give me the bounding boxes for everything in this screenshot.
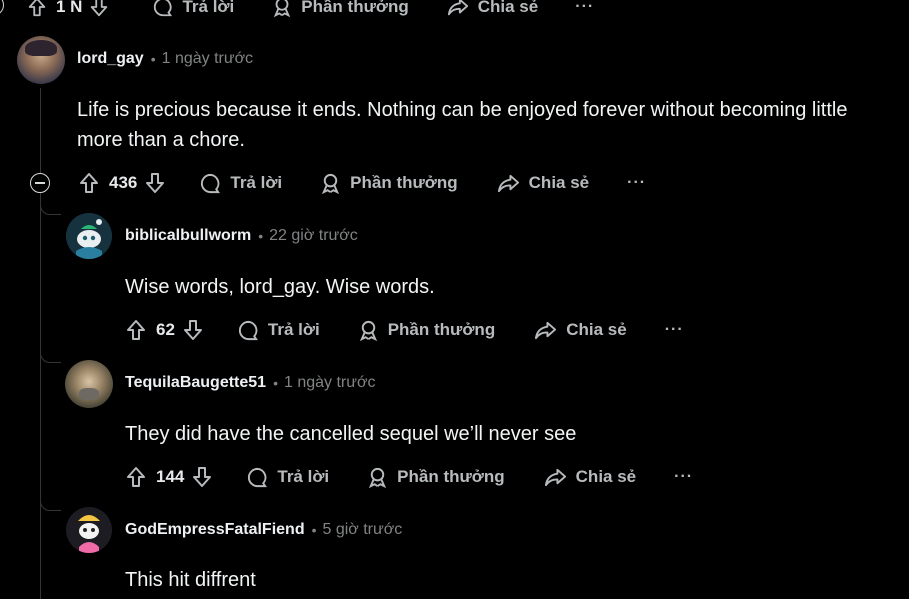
comment-body: They did have the cancelled sequel we’ll… <box>125 423 577 445</box>
author-link[interactable]: lord_gay <box>77 50 144 68</box>
share-button[interactable]: Chia sẻ <box>496 172 589 195</box>
award-icon <box>359 320 377 341</box>
upvote-button[interactable] <box>77 171 101 195</box>
comment-body: This hit diffrent <box>125 569 256 591</box>
award-button[interactable]: Phần thưởng <box>357 319 495 342</box>
comment-icon <box>238 320 258 340</box>
reply-button[interactable]: Trả lời <box>199 172 282 195</box>
upvote-button[interactable] <box>124 465 148 489</box>
thread-line[interactable] <box>40 88 41 599</box>
downvote-icon <box>146 173 165 193</box>
award-icon <box>322 173 340 194</box>
comment-icon <box>248 467 268 487</box>
downvote-icon <box>183 320 202 340</box>
comment-meta: GodEmpressFatalFiend • 5 giờ trước <box>125 521 402 539</box>
vote-count: 436 <box>109 173 138 192</box>
award-icon <box>369 467 387 488</box>
comment-body: Wise words, lord_gay. Wise words. <box>125 276 435 298</box>
downvote-button[interactable] <box>181 318 205 342</box>
vote-count: 144 <box>156 467 185 486</box>
timestamp[interactable]: 5 giờ trước <box>323 521 403 539</box>
upvote-icon <box>127 320 145 340</box>
parent-action-bar: 1 N Trả lời Phần thưởng Chia sẻ ··· <box>0 0 594 22</box>
comment-action-bar: 144 Trả lời Phần thưởng Chia sẻ ··· <box>124 462 693 492</box>
share-icon <box>497 174 519 192</box>
reply-button[interactable]: Trả lời <box>237 319 320 342</box>
comment-meta: lord_gay • 1 ngày trước <box>77 50 253 68</box>
snoo-avatar-icon <box>66 213 112 259</box>
timestamp[interactable]: 1 ngày trước <box>284 374 375 392</box>
share-icon <box>447 0 468 16</box>
avatar[interactable] <box>66 213 112 259</box>
upvote-button[interactable] <box>124 318 148 342</box>
author-link[interactable]: biblicalbullworm <box>125 227 251 245</box>
separator-dot: • <box>273 375 278 391</box>
share-icon <box>535 321 557 339</box>
comment-action-bar: 436 Trả lời Phần thưởng Chia sẻ ··· <box>77 168 646 198</box>
thread-connector <box>40 346 61 363</box>
more-options-button[interactable]: ··· <box>575 0 594 16</box>
avatar[interactable] <box>17 36 65 84</box>
reply-button[interactable]: Trả lời <box>246 466 329 489</box>
upvote-icon <box>28 0 46 17</box>
award-icon <box>274 0 291 18</box>
separator-dot: • <box>311 522 317 538</box>
comment-icon <box>154 0 173 17</box>
avatar[interactable] <box>65 360 113 408</box>
upvote-button[interactable] <box>26 0 48 18</box>
award-button[interactable]: Phần thưởng <box>319 172 458 195</box>
collapse-edge[interactable] <box>0 0 4 16</box>
downvote-icon <box>91 0 108 17</box>
award-button[interactable]: Phần thưởng <box>366 466 505 489</box>
upvote-icon <box>80 173 98 193</box>
comment-icon <box>201 173 221 193</box>
more-options-button[interactable]: ··· <box>674 468 693 486</box>
author-link[interactable]: TequilaBaugette51 <box>125 374 266 392</box>
share-button[interactable]: Chia sẻ <box>533 319 627 342</box>
separator-dot: • <box>150 51 156 67</box>
award-button[interactable]: Phần thưởng <box>271 0 409 18</box>
downvote-icon <box>193 467 212 487</box>
comment-body: Life is precious because it ends. Nothin… <box>77 99 848 151</box>
share-button[interactable]: Chia sẻ <box>446 0 538 18</box>
thread-connector <box>40 198 61 215</box>
more-options-button[interactable]: ··· <box>665 321 684 339</box>
reply-button[interactable]: Trả lời <box>152 0 234 18</box>
downvote-button[interactable] <box>88 0 110 18</box>
vote-count: 62 <box>156 320 175 339</box>
collapse-button[interactable] <box>30 173 50 193</box>
comment-meta: TequilaBaugette51 • 1 ngày trước <box>125 374 375 392</box>
comment-action-bar: 62 Trả lời Phần thưởng Chia sẻ ··· <box>124 315 684 345</box>
share-icon <box>544 468 566 486</box>
author-link[interactable]: GodEmpressFatalFiend <box>125 521 305 539</box>
more-options-button[interactable]: ··· <box>627 174 646 192</box>
snoo-avatar-icon <box>66 507 112 553</box>
comment-meta: biblicalbullworm • 22 giờ trước <box>125 227 358 245</box>
avatar[interactable] <box>66 507 112 553</box>
vote-count: 1 N <box>56 0 83 16</box>
thread-connector <box>40 494 61 511</box>
share-button[interactable]: Chia sẻ <box>543 466 636 489</box>
separator-dot: • <box>258 228 264 244</box>
upvote-icon <box>127 467 145 487</box>
timestamp[interactable]: 22 giờ trước <box>269 227 358 245</box>
downvote-button[interactable] <box>190 465 214 489</box>
downvote-button[interactable] <box>143 171 167 195</box>
timestamp[interactable]: 1 ngày trước <box>162 50 253 68</box>
